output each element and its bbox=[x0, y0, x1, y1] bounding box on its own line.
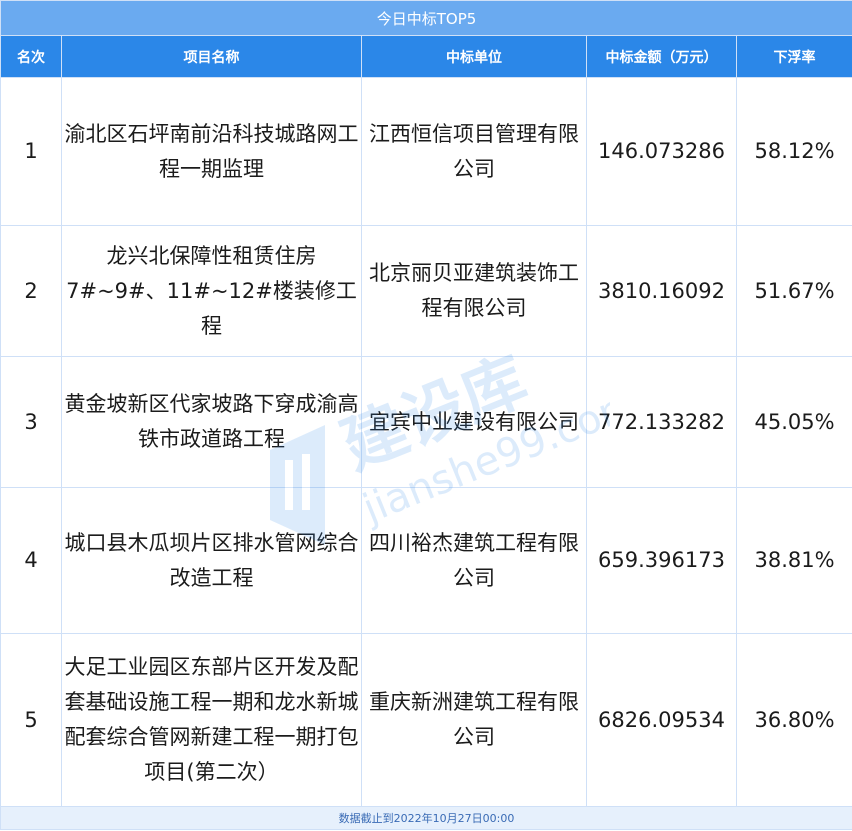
table-row: 3 黄金坡新区代家坡路下穿成渝高铁市政道路工程 宜宾中业建设有限公司 772.1… bbox=[0, 356, 852, 488]
table-row: 5 大足工业园区东部片区开发及配套基础设施工程一期和龙水新城配套综合管网新建工程… bbox=[0, 633, 852, 807]
winner-cell: 北京丽贝亚建筑装饰工程有限公司 bbox=[361, 225, 587, 357]
table-title: 今日中标TOP5 bbox=[0, 0, 852, 36]
amount-cell: 772.133282 bbox=[586, 356, 737, 488]
project-cell: 大足工业园区东部片区开发及配套基础设施工程一期和龙水新城配套综合管网新建工程一期… bbox=[61, 633, 362, 807]
winner-cell: 四川裕杰建筑工程有限公司 bbox=[361, 487, 587, 634]
rate-cell: 51.67% bbox=[735, 225, 852, 357]
project-cell: 龙兴北保障性租赁住房7#~9#、11#~12#楼装修工程 bbox=[61, 225, 362, 357]
table-row: 4 城口县木瓜坝片区排水管网综合改造工程 四川裕杰建筑工程有限公司 659.39… bbox=[0, 487, 852, 634]
rank-cell: 4 bbox=[0, 487, 62, 634]
amount-cell: 146.073286 bbox=[586, 77, 737, 226]
table-row: 2 龙兴北保障性租赁住房7#~9#、11#~12#楼装修工程 北京丽贝亚建筑装饰… bbox=[0, 225, 852, 357]
top5-table: 今日中标TOP5 名次 项目名称 中标单位 中标金额（万元） 下浮率 1 渝北区… bbox=[0, 0, 852, 830]
table-row: 1 渝北区石坪南前沿科技城路网工程一期监理 江西恒信项目管理有限公司 146.0… bbox=[0, 77, 852, 226]
project-cell: 渝北区石坪南前沿科技城路网工程一期监理 bbox=[61, 77, 362, 226]
rate-cell: 38.81% bbox=[735, 487, 852, 634]
rank-cell: 5 bbox=[0, 633, 62, 807]
rate-cell: 45.05% bbox=[735, 356, 852, 488]
ranking-page: 今日中标TOP5 名次 项目名称 中标单位 中标金额（万元） 下浮率 1 渝北区… bbox=[0, 0, 852, 831]
header-rate: 下浮率 bbox=[735, 35, 852, 78]
winner-cell: 重庆新洲建筑工程有限公司 bbox=[361, 633, 587, 807]
amount-cell: 3810.16092 bbox=[586, 225, 737, 357]
amount-cell: 6826.09534 bbox=[586, 633, 737, 807]
rate-cell: 58.12% bbox=[735, 77, 852, 226]
project-cell: 黄金坡新区代家坡路下穿成渝高铁市政道路工程 bbox=[61, 356, 362, 488]
rate-cell: 36.80% bbox=[735, 633, 852, 807]
header-winner: 中标单位 bbox=[361, 35, 587, 78]
winner-cell: 江西恒信项目管理有限公司 bbox=[361, 77, 587, 226]
rank-cell: 2 bbox=[0, 225, 62, 357]
winner-cell: 宜宾中业建设有限公司 bbox=[361, 356, 587, 488]
data-cutoff-note: 数据截止到2022年10月27日00:00 bbox=[0, 806, 852, 830]
amount-cell: 659.396173 bbox=[586, 487, 737, 634]
rank-cell: 3 bbox=[0, 356, 62, 488]
project-cell: 城口县木瓜坝片区排水管网综合改造工程 bbox=[61, 487, 362, 634]
rank-cell: 1 bbox=[0, 77, 62, 226]
header-amount: 中标金额（万元） bbox=[586, 35, 737, 78]
header-rank: 名次 bbox=[0, 35, 62, 78]
header-project: 项目名称 bbox=[61, 35, 362, 78]
